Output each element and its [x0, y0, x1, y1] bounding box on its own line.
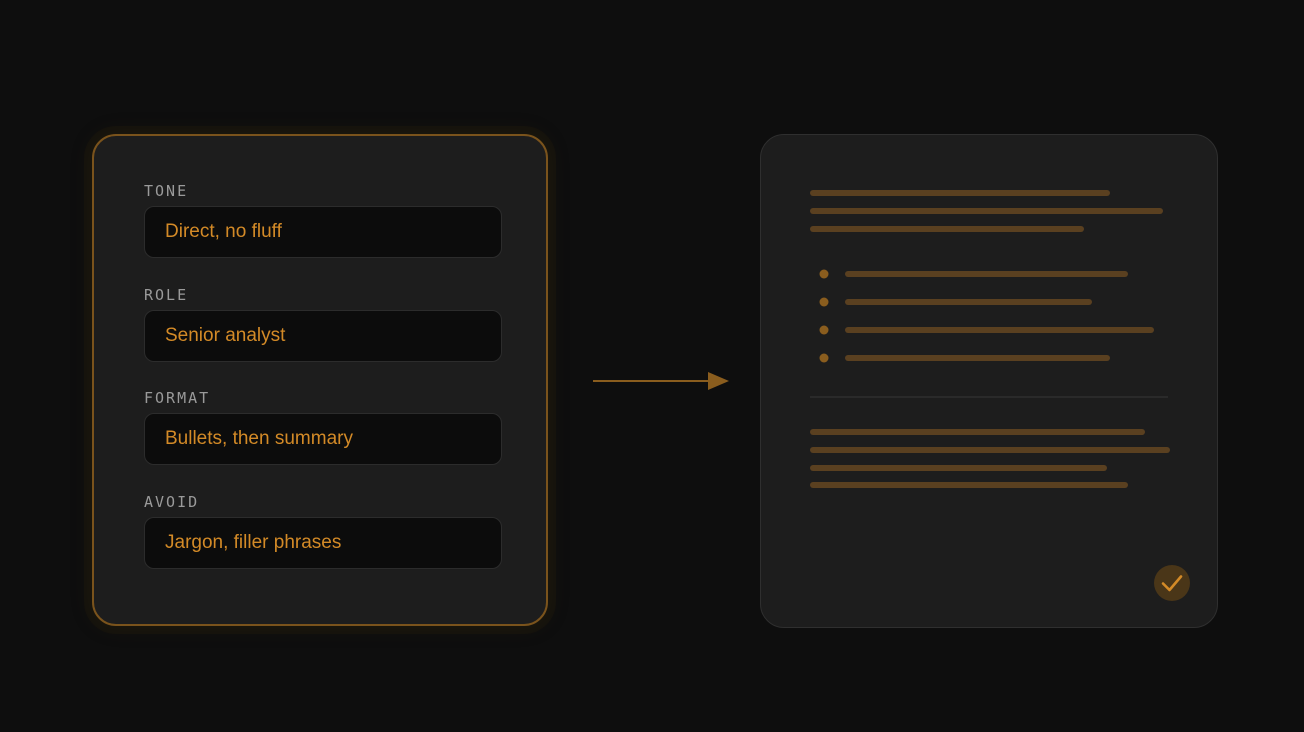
bullet-dot [819, 269, 829, 279]
field-label: FORMAT [144, 389, 211, 407]
field-label: ROLE [144, 286, 189, 304]
field-tone: TONE Direct, no fluff [144, 182, 502, 258]
field-format: FORMAT Bullets, then summary [144, 389, 502, 465]
field-value: Bullets, then summary [144, 413, 502, 465]
check-badge [1154, 565, 1190, 601]
bullet-dot [819, 353, 829, 363]
document-placeholder-lines [810, 190, 1170, 488]
output-document-card [760, 134, 1218, 628]
field-role: ROLE Senior analyst [144, 286, 502, 362]
arrow-right-icon [593, 372, 729, 390]
bullet-dot [819, 297, 829, 307]
check-icon [1161, 575, 1183, 592]
bullet-dot [819, 325, 829, 335]
diagram-stage: TONE Direct, no fluff ROLE Senior analys… [0, 0, 1304, 732]
field-label: TONE [144, 182, 189, 200]
field-avoid: AVOID Jargon, filler phrases [144, 493, 502, 569]
field-value: Jargon, filler phrases [144, 517, 502, 569]
field-value: Senior analyst [144, 310, 502, 362]
field-value: Direct, no fluff [144, 206, 502, 258]
prompt-config-card: TONE Direct, no fluff ROLE Senior analys… [92, 134, 548, 626]
field-label: AVOID [144, 493, 200, 511]
